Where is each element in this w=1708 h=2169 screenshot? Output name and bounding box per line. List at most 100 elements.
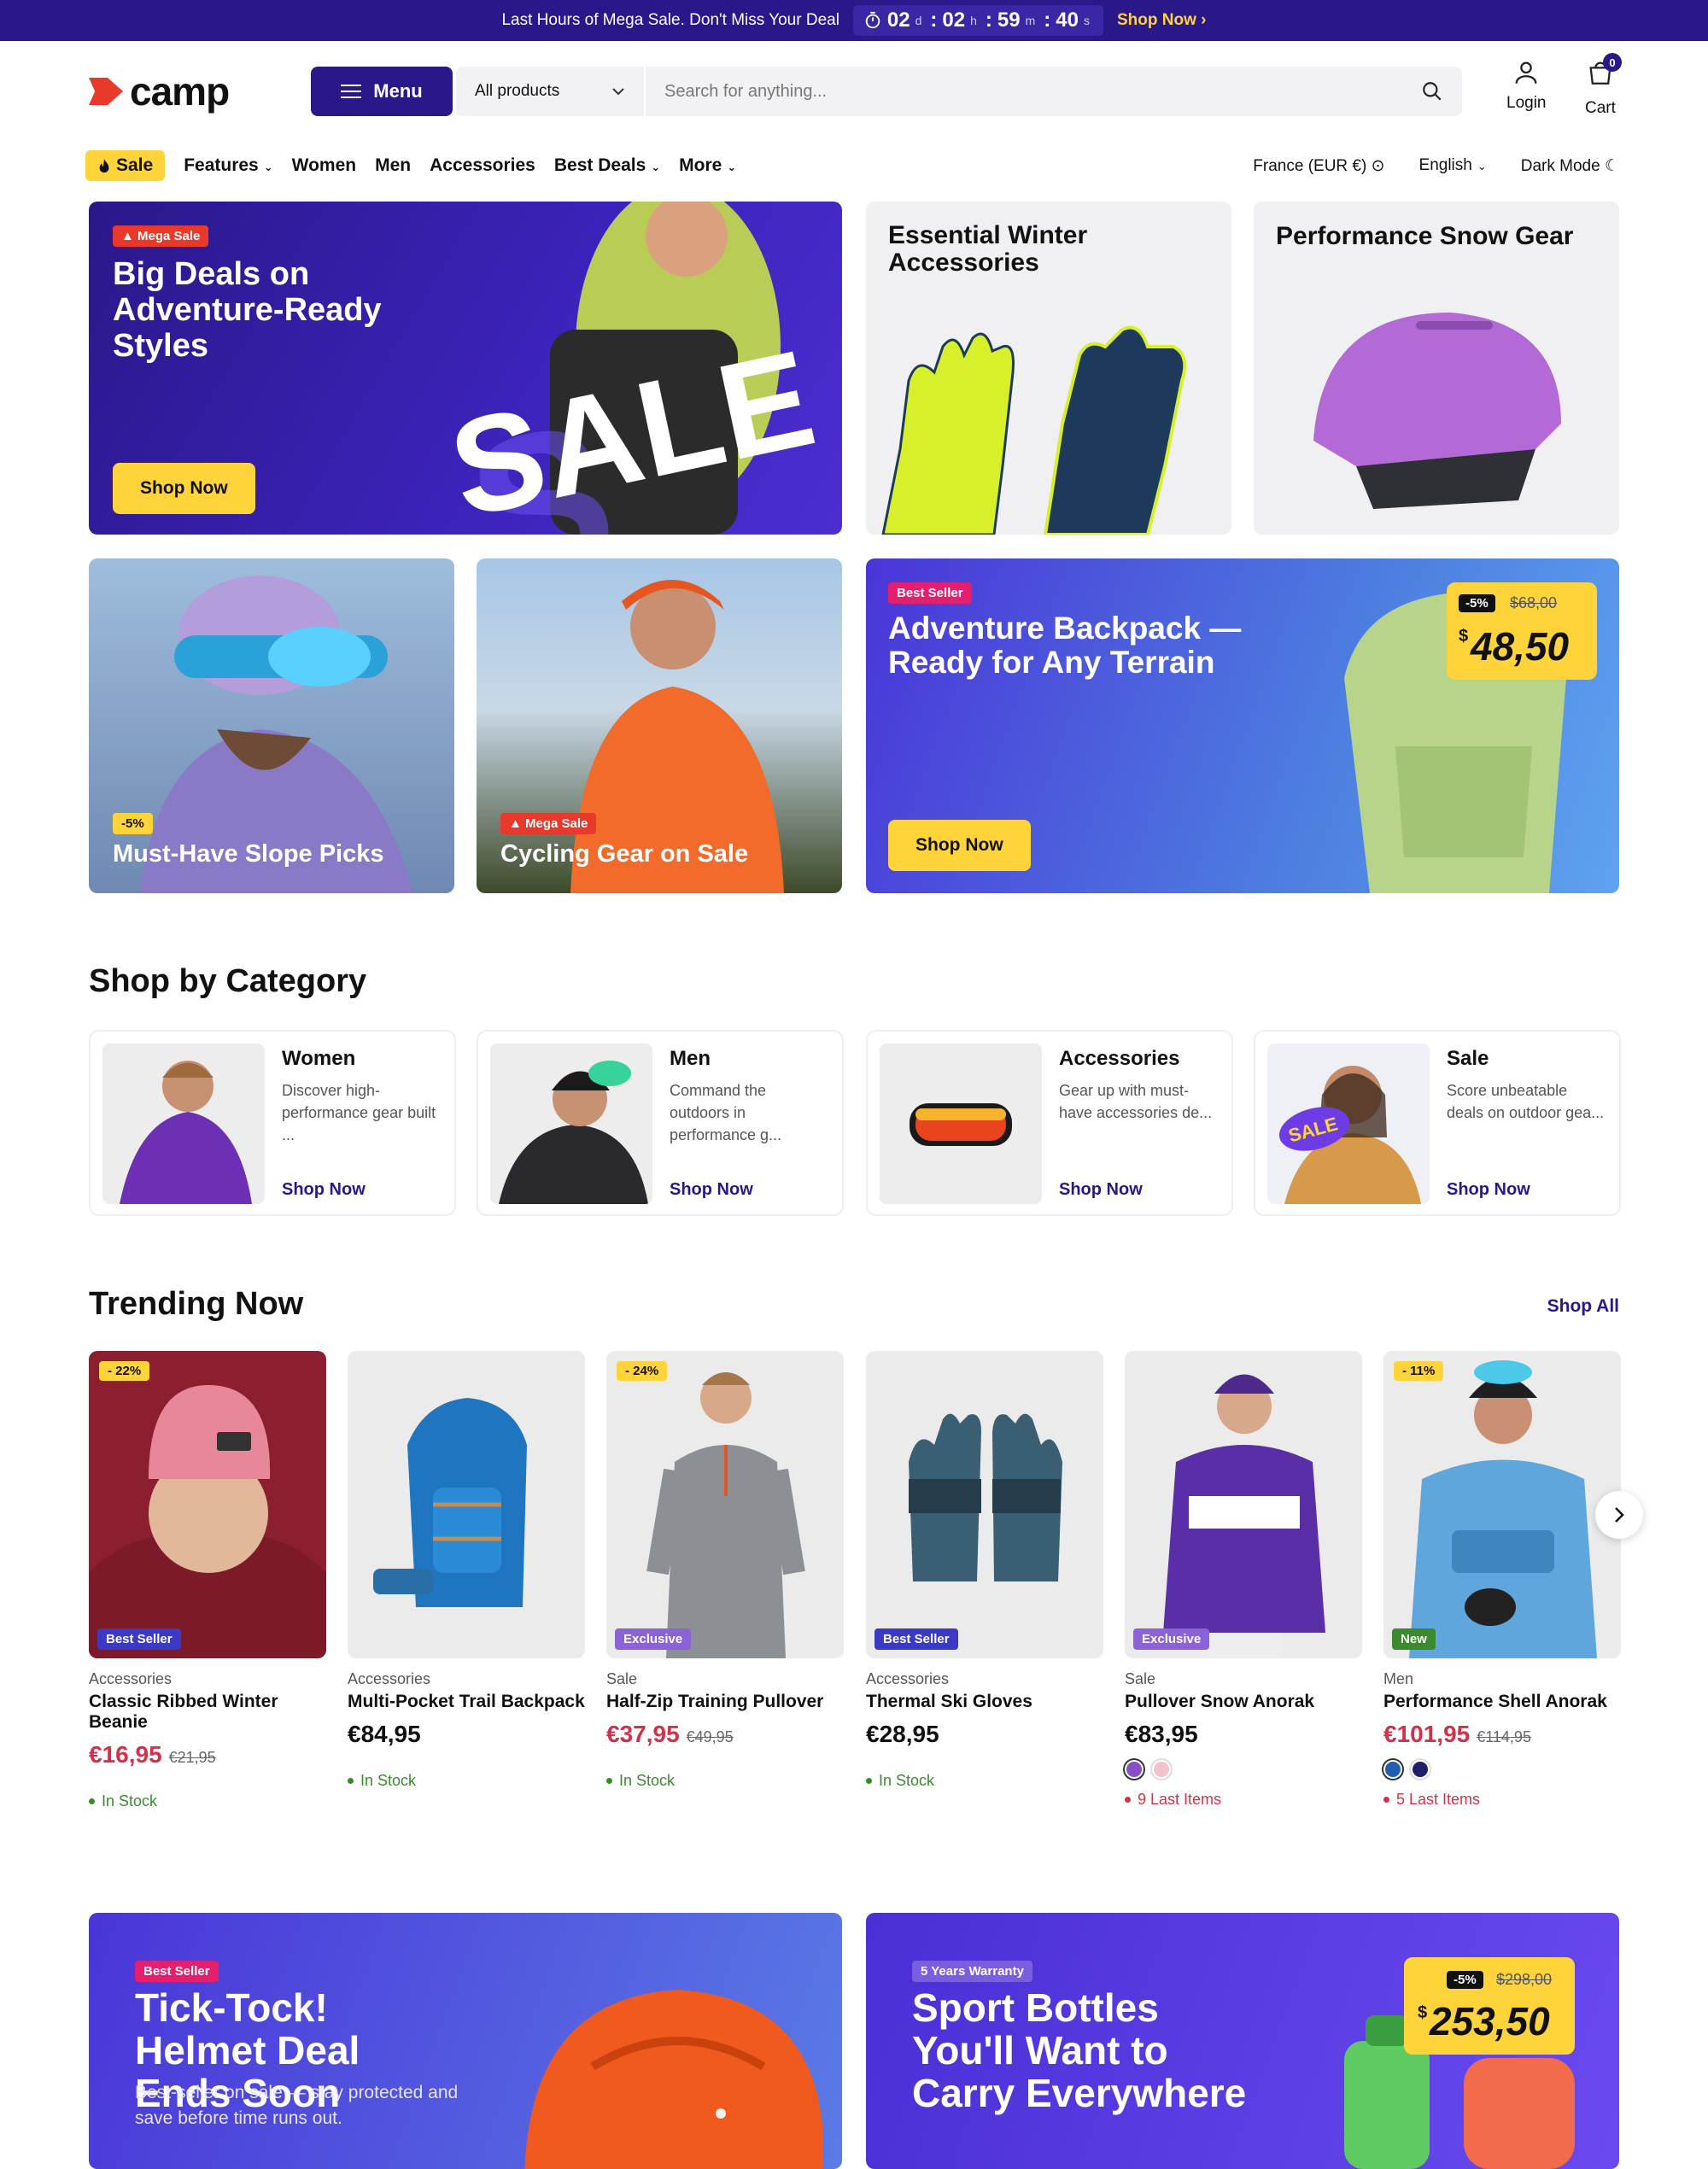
bottles-price-tag: -5% $298,00 $ 253,50 bbox=[1404, 1957, 1575, 2055]
category-women-shop-now[interactable]: Shop Now bbox=[282, 1180, 366, 1200]
category-men-title: Men bbox=[670, 1047, 711, 1070]
cart-label: Cart bbox=[1585, 99, 1616, 117]
product-name[interactable]: Half-Zip Training Pullover bbox=[606, 1692, 844, 1712]
hero-main-title: Big Deals on Adventure-Ready Styles bbox=[113, 256, 382, 364]
stock-status: In Stock bbox=[348, 1772, 585, 1790]
language-selector[interactable]: English ⌄ bbox=[1419, 156, 1487, 175]
moon-icon: ☾ bbox=[1604, 156, 1619, 175]
product-price: €83,95 bbox=[1125, 1721, 1198, 1747]
category-select[interactable]: All products bbox=[456, 67, 646, 116]
bottles-badge: 5 Years Warranty bbox=[912, 1961, 1032, 1982]
nav-item-women[interactable]: Women bbox=[292, 155, 356, 176]
backpack-price: 48,50 bbox=[1471, 624, 1570, 669]
nav-item-more[interactable]: More ⌄ bbox=[679, 155, 736, 176]
category-select-value: All products bbox=[475, 82, 560, 100]
shop-all-link[interactable]: Shop All bbox=[1547, 1296, 1619, 1317]
product-card[interactable]: Accessories Multi-Pocket Trail Backpack … bbox=[348, 1351, 585, 1790]
status-dot-icon bbox=[348, 1778, 354, 1784]
helmet-subtitle: Best-seller on sale — stay protected and… bbox=[135, 2083, 459, 2128]
slope-card-title: Must-Have Slope Picks bbox=[113, 840, 384, 868]
promo-link-label: Shop Now bbox=[1117, 11, 1196, 29]
cycling-gear-card[interactable]: ▲ Mega Sale Cycling Gear on Sale bbox=[477, 558, 842, 893]
nav-item-features[interactable]: Features ⌄ bbox=[184, 155, 272, 176]
backpack-currency: $ bbox=[1459, 627, 1469, 646]
menu-button[interactable]: Menu bbox=[311, 67, 453, 116]
category-card-women[interactable]: Women Discover high-performance gear bui… bbox=[89, 1030, 456, 1216]
product-image: - 24% Exclusive bbox=[606, 1351, 844, 1658]
nav-item-accessories[interactable]: Accessories bbox=[430, 155, 535, 176]
region-selector[interactable]: France (EUR €) ⊙ bbox=[1253, 156, 1384, 176]
product-price: €84,95 bbox=[348, 1721, 421, 1747]
login-label: Login bbox=[1506, 94, 1547, 112]
stopwatch-icon bbox=[865, 11, 880, 29]
cycling-card-title: Cycling Gear on Sale bbox=[500, 840, 749, 868]
hero-main-shop-now-button[interactable]: Shop Now bbox=[113, 463, 255, 514]
product-tag: New bbox=[1392, 1628, 1436, 1650]
menu-label: Menu bbox=[373, 80, 423, 102]
product-name[interactable]: Classic Ribbed Winter Beanie bbox=[89, 1692, 326, 1733]
region-label: France (EUR €) bbox=[1253, 156, 1367, 175]
promo-shop-now-link[interactable]: Shop Now › bbox=[1117, 11, 1207, 30]
countdown-seconds: 40 bbox=[1056, 9, 1079, 32]
product-category: Accessories bbox=[348, 1670, 431, 1687]
color-swatch-purple[interactable] bbox=[1125, 1760, 1144, 1779]
category-men-image bbox=[490, 1044, 652, 1204]
product-card[interactable]: Exclusive Sale Pullover Snow Anorak €83,… bbox=[1125, 1351, 1362, 1809]
location-pin-icon: ⊙ bbox=[1371, 156, 1385, 175]
snow-gear-card[interactable]: Performance Snow Gear bbox=[1254, 202, 1619, 535]
site-header: camp Menu All products Login 0 Cart bbox=[89, 53, 1622, 117]
product-card[interactable]: Best Seller Accessories Thermal Ski Glov… bbox=[866, 1351, 1103, 1790]
chevron-down-icon: ⌄ bbox=[727, 161, 737, 173]
product-category: Sale bbox=[1125, 1670, 1156, 1687]
cart-button[interactable]: 0 Cart bbox=[1585, 53, 1622, 118]
search-input[interactable] bbox=[646, 67, 1421, 116]
product-name[interactable]: Multi-Pocket Trail Backpack bbox=[348, 1692, 585, 1712]
search-icon[interactable] bbox=[1421, 80, 1443, 102]
product-price: €28,95 bbox=[866, 1721, 939, 1747]
logo[interactable]: camp bbox=[89, 68, 230, 114]
product-card[interactable]: - 24% Exclusive Sale Half-Zip Training P… bbox=[606, 1351, 844, 1790]
status-dot-icon bbox=[1383, 1797, 1389, 1803]
product-name[interactable]: Performance Shell Anorak bbox=[1383, 1692, 1621, 1712]
hero-main-banner[interactable]: S SALE ▲ Mega Sale Big Deals on Adventur… bbox=[89, 202, 842, 535]
category-card-sale[interactable]: SALE Sale Score unbeatable deals on outd… bbox=[1254, 1030, 1621, 1216]
stock-label: In Stock bbox=[619, 1772, 676, 1789]
login-button[interactable]: Login bbox=[1506, 58, 1547, 113]
days-unit: d bbox=[915, 14, 922, 27]
product-name[interactable]: Pullover Snow Anorak bbox=[1125, 1692, 1362, 1712]
sport-bottles-banner[interactable]: 5 Years Warranty Sport Bottles You'll Wa… bbox=[866, 1913, 1619, 2169]
carousel-next-button[interactable] bbox=[1595, 1491, 1643, 1539]
nav-item-best-deals[interactable]: Best Deals ⌄ bbox=[554, 155, 660, 176]
backpack-shop-now-button[interactable]: Shop Now bbox=[888, 820, 1031, 871]
dark-mode-label: Dark Mode bbox=[1520, 156, 1600, 175]
cart-count-badge: 0 bbox=[1602, 53, 1622, 72]
category-card-accessories[interactable]: Accessories Gear up with must-have acces… bbox=[866, 1030, 1233, 1216]
category-sale-title: Sale bbox=[1447, 1047, 1489, 1070]
product-price: €101,95 bbox=[1383, 1721, 1471, 1747]
color-swatch-blue[interactable] bbox=[1383, 1760, 1402, 1779]
color-swatch-navy[interactable] bbox=[1411, 1760, 1430, 1779]
category-sale-shop-now[interactable]: Shop Now bbox=[1447, 1180, 1530, 1200]
main-nav: Sale Features ⌄ Women Men Accessories Bes… bbox=[85, 149, 1619, 183]
slope-picks-card[interactable]: -5% Must-Have Slope Picks bbox=[89, 558, 454, 893]
product-name[interactable]: Thermal Ski Gloves bbox=[866, 1692, 1103, 1712]
product-card[interactable]: - 11% New Men Performance Shell Anorak €… bbox=[1383, 1351, 1621, 1809]
product-card[interactable]: - 22% Best Seller Accessories Classic Ri… bbox=[89, 1351, 326, 1810]
helmet-badge: Best Seller bbox=[135, 1961, 219, 1982]
helmet-deal-banner[interactable]: Best Seller Tick-Tock! Helmet Deal Ends … bbox=[89, 1913, 842, 2169]
category-accessories-image bbox=[880, 1044, 1042, 1204]
winter-accessories-card[interactable]: Essential Winter Accessories bbox=[866, 202, 1231, 535]
nav-sale[interactable]: Sale bbox=[85, 150, 166, 181]
category-sale-desc: Score unbeatable deals on outdoor gea... bbox=[1447, 1082, 1605, 1121]
product-price-row: €16,95 €21,95 bbox=[89, 1741, 326, 1769]
nav-item-men[interactable]: Men bbox=[375, 155, 411, 176]
color-swatch-pink[interactable] bbox=[1152, 1760, 1171, 1779]
helmet-image bbox=[1313, 313, 1561, 509]
category-card-men[interactable]: Men Command the outdoors in performance … bbox=[477, 1030, 844, 1216]
seconds-unit: s bbox=[1084, 14, 1090, 27]
backpack-promo-banner[interactable]: Best Seller Adventure Backpack — Ready f… bbox=[866, 558, 1619, 893]
category-accessories-shop-now[interactable]: Shop Now bbox=[1059, 1180, 1143, 1200]
category-men-shop-now[interactable]: Shop Now bbox=[670, 1180, 753, 1200]
product-category: Men bbox=[1383, 1670, 1414, 1687]
dark-mode-toggle[interactable]: Dark Mode ☾ bbox=[1521, 156, 1619, 176]
